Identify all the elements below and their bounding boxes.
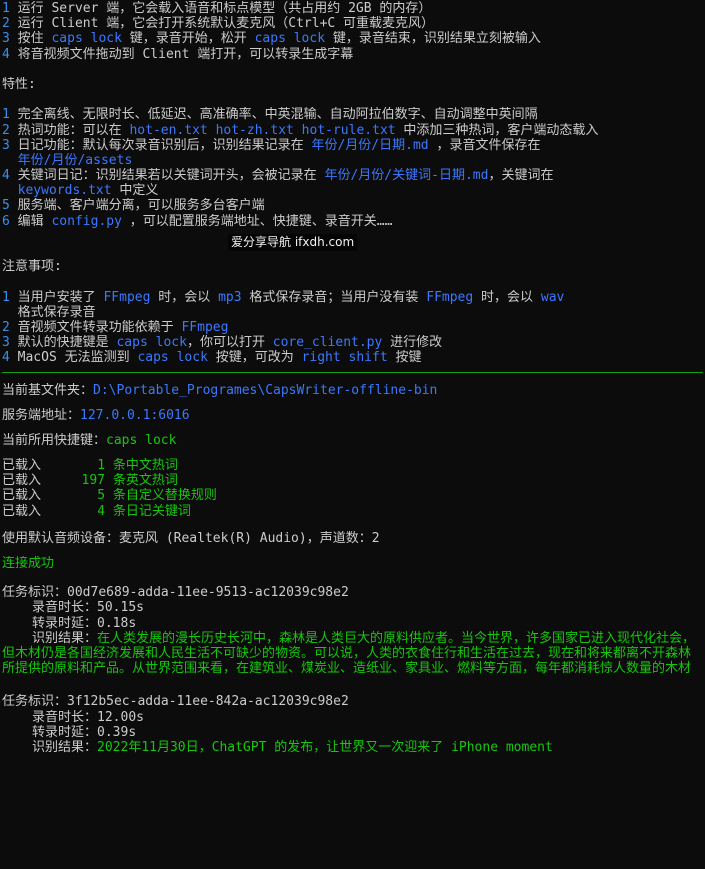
task-id: 任务标识：00d7e689-adda-11ee-9513-ac12039c98e… (2, 585, 349, 601)
task-block: 任务标识：3f12b5ec-adda-11ee-842a-ac12039c98e… (2, 694, 703, 755)
task-duration: 录音时长：12.00s (32, 709, 144, 725)
feature-item: 2 热词功能：可以在 hot-en.txt hot-zh.txt hot-rul… (2, 122, 599, 138)
loaded-list: 已载入 1 条中文热词 已载入 197 条英文热词 已载入 5 条自定义替换规则 已载… (2, 458, 703, 519)
watermark-logo: 爱分享导航 ifxdh.com (228, 234, 358, 252)
audio-device-info: 使用默认音频设备：麦克风 (Realtek(R) Audio)，声道数：2 (2, 530, 380, 546)
features-title: 特性: (2, 76, 36, 92)
loaded-item: 已载入 1 条中文热词 (2, 458, 178, 474)
task-block: 任务标识：00d7e689-adda-11ee-9513-ac12039c98e… (2, 585, 703, 676)
usage-item: 1 运行 Server 端，它会载入语音和标点模型（共占用约 2GB 的内存） (2, 1, 432, 16)
notes-title: 注意事项: (2, 259, 62, 275)
feature-item: 4 关键词日记：识别结果若以关键词开头，会被记录在 年份/月份/关键词-日期.m… (2, 168, 554, 184)
feature-item-continued: 年份/月份/assets (17, 152, 133, 168)
separator-line (2, 371, 703, 373)
loaded-item: 已载入 4 条日记关键词 (2, 503, 191, 519)
hotkey-info: 当前所用快捷键：caps lock (2, 432, 177, 448)
task-id: 任务标识：3f12b5ec-adda-11ee-842a-ac12039c98e… (2, 694, 349, 710)
note-item: 2 音视频文件转录功能依赖于 FFmpeg (2, 319, 229, 335)
loaded-item: 已载入 197 条英文热词 (2, 473, 178, 489)
task-result: 识别结果：在人类发展的漫长历史长河中，森林是人类巨大的原料供应者。当今世界，许多… (2, 630, 696, 677)
feature-item-continued: keywords.txt 中定义 (17, 183, 159, 199)
task-duration: 录音时长：50.15s (32, 600, 144, 616)
task-result: 识别结果：2022年11月30日，ChatGPT 的发布，让世界又一次迎来了 i… (32, 739, 553, 755)
terminal-window: 1 运行 Server 端，它会载入语音和标点模型（共占用约 2GB 的内存） … (0, 0, 705, 869)
note-item: 3 默认的快捷键是 caps lock，你可以打开 core_client.py… (2, 335, 443, 351)
note-item: 4 MacOS 无法监测到 caps lock 按键，可改为 right shi… (2, 350, 422, 366)
usage-item: 3 按住 caps lock 键，录音开始，松开 caps lock 键，录音结… (2, 31, 541, 47)
feature-item: 1 完全离线、无限时长、低延迟、高准确率、中英混输、自动阿拉伯数字、自动调整中英… (2, 107, 538, 123)
task-delay: 转录时延：0.18s (32, 615, 137, 631)
task-delay: 转录时延：0.39s (32, 724, 137, 740)
note-item: 1 当用户安装了 FFmpeg 时，会以 mp3 格式保存录音；当用户没有装 F… (2, 289, 565, 305)
usage-item: 2 运行 Client 端，它会打开系统默认麦克风（Ctrl+C 可重载麦克风） (2, 16, 435, 32)
feature-item: 3 日记功能：默认每次录音识别后，识别结果记录在 年份/月份/日期.md ，录音… (2, 137, 541, 153)
folder-info: 当前基文件夹：D:\Portable_Programes\CapsWriter-… (2, 382, 438, 398)
usage-item: 4 将音视频文件拖动到 Client 端打开，可以转录生成字幕 (2, 46, 354, 62)
loaded-item: 已载入 5 条自定义替换规则 (2, 488, 217, 504)
feature-item: 5 服务端、客户端分离，可以服务多台客户端 (2, 198, 265, 214)
connection-status: 连接成功 (2, 556, 55, 571)
feature-item: 6 编辑 config.py ，可以配置服务端地址、快捷键、录音开关…… (2, 213, 393, 229)
server-info: 服务端地址：127.0.0.1:6016 (2, 407, 190, 423)
note-item-continued: 格式保存录音 (17, 304, 96, 320)
